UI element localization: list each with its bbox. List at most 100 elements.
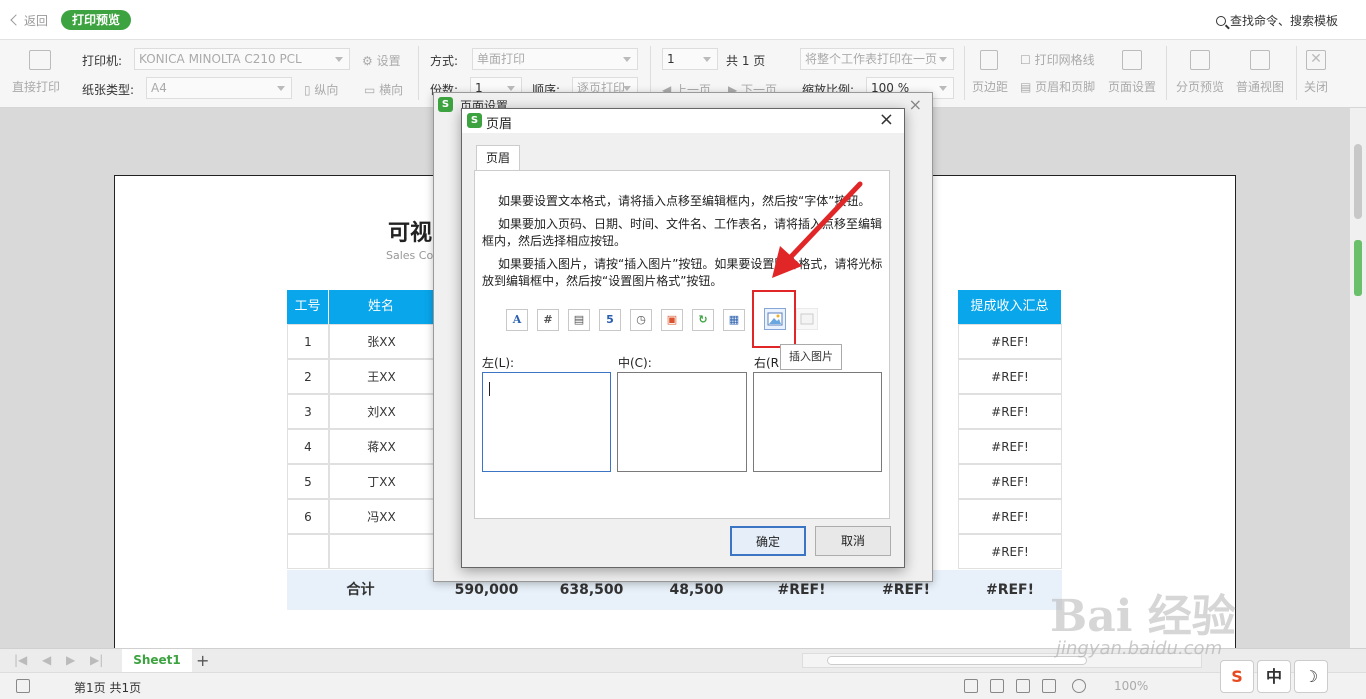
page-break-icon bbox=[1190, 50, 1210, 70]
insert-picture-tooltip: 插入图片 bbox=[780, 344, 842, 370]
column-header-name: 姓名 bbox=[329, 290, 434, 324]
header-dialog: S 页眉 × 页眉 如果要设置文本格式，请将插入点移至编辑框内，然后按“字体”按… bbox=[461, 108, 905, 568]
landscape-label: 横向 bbox=[379, 83, 404, 97]
last-sheet-icon[interactable]: ▶| bbox=[90, 653, 103, 667]
table-cell-total: #REF! bbox=[958, 534, 1062, 569]
back-button[interactable]: 返回 bbox=[10, 12, 49, 29]
column-header-id: 工号 bbox=[287, 290, 329, 324]
table-cell-total: #REF! bbox=[958, 359, 1062, 394]
search-command-button[interactable]: 查找命令、搜索模板 bbox=[1215, 12, 1338, 29]
document-subtitle: Sales Co bbox=[386, 249, 434, 262]
table-cell-name: 冯XX bbox=[329, 499, 434, 534]
status-bar: 第1页 共1页 100% bbox=[0, 672, 1366, 699]
page-number-button[interactable]: # bbox=[537, 309, 559, 331]
landscape-button[interactable]: ▭ 横向 bbox=[364, 81, 403, 98]
table-cell-id: 1 bbox=[287, 324, 329, 359]
eye-protection-icon[interactable] bbox=[1072, 679, 1086, 693]
portrait-label: 纵向 bbox=[314, 83, 339, 97]
settings-label: 设置 bbox=[376, 54, 401, 68]
file-name-button[interactable]: ▣ bbox=[661, 309, 683, 331]
table-cell-id: 6 bbox=[287, 499, 329, 534]
baidu-watermark: Bai 经验 bbox=[1050, 591, 1236, 642]
format-picture-button[interactable] bbox=[796, 308, 818, 330]
fullscreen-icon[interactable] bbox=[964, 679, 978, 693]
side-indicator bbox=[1354, 240, 1362, 296]
margins-button[interactable]: 页边距 bbox=[972, 78, 1008, 95]
page-layout-icon[interactable] bbox=[1016, 679, 1030, 693]
grid-view-icon[interactable] bbox=[990, 679, 1004, 693]
table-cell-name bbox=[329, 534, 434, 569]
date-button[interactable]: 5 bbox=[599, 309, 621, 331]
total-pages-button[interactable]: ▤ bbox=[568, 309, 590, 331]
ok-button[interactable]: 确定 bbox=[730, 526, 806, 556]
gridlines-checkbox[interactable]: ☐ 打印网格线 bbox=[1020, 51, 1095, 68]
view-mode-icon[interactable] bbox=[16, 679, 30, 693]
format-picture-icon bbox=[800, 313, 814, 325]
close-icon: ✕ bbox=[1306, 50, 1326, 70]
settings-icon: ⚙ bbox=[362, 54, 377, 68]
close-preview-button[interactable]: 关闭 bbox=[1304, 78, 1328, 95]
vertical-scrollbar[interactable] bbox=[1350, 108, 1366, 648]
sheet-tab-sheet1[interactable]: Sheet1 bbox=[122, 649, 192, 672]
header-footer-button[interactable]: ▤ 页眉和页脚 bbox=[1020, 78, 1095, 95]
time-button[interactable]: ◷ bbox=[630, 309, 652, 331]
zoom-fit-icon[interactable] bbox=[1042, 679, 1056, 693]
normal-view-button[interactable]: 普通视图 bbox=[1236, 78, 1284, 95]
watermark-url: jingyan.baidu.com bbox=[1056, 638, 1223, 659]
table-cell-total: #REF! bbox=[958, 464, 1062, 499]
print-preview-badge: 打印预览 bbox=[61, 10, 132, 30]
page-setup-close-button[interactable]: × bbox=[909, 95, 922, 114]
prev-sheet-icon[interactable]: ◀ bbox=[42, 653, 51, 667]
fit-select[interactable]: 将整个工作表打印在一页 bbox=[800, 48, 954, 70]
sheet-name-button[interactable]: ↻ bbox=[692, 309, 714, 331]
direct-print-button[interactable]: 直接打印 bbox=[12, 78, 60, 95]
method-select[interactable]: 单面打印 bbox=[472, 48, 638, 70]
chevron-left-icon bbox=[10, 14, 22, 26]
ime-moon-icon[interactable]: ☽ bbox=[1294, 660, 1328, 693]
search-icon bbox=[1215, 16, 1226, 26]
add-sheet-button[interactable]: + bbox=[196, 651, 209, 670]
portrait-button[interactable]: ▯ 纵向 bbox=[304, 81, 338, 98]
first-sheet-icon[interactable]: |◀ bbox=[14, 653, 27, 667]
paper-select[interactable]: A4 bbox=[146, 77, 292, 99]
table-cell-name: 丁XX bbox=[329, 464, 434, 499]
header-dialog-titlebar: S 页眉 × bbox=[462, 109, 904, 133]
page-break-preview-button[interactable]: 分页预览 bbox=[1176, 78, 1224, 95]
ime-logo-icon[interactable]: S bbox=[1220, 660, 1254, 693]
total-pages: 共 1 页 bbox=[726, 54, 766, 68]
back-label: 返回 bbox=[24, 14, 49, 28]
scrollbar-thumb[interactable] bbox=[1354, 144, 1362, 219]
method-label: 方式: bbox=[430, 54, 459, 68]
center-section-label: 中(C): bbox=[618, 356, 652, 370]
ime-language-toggle[interactable]: 中 bbox=[1257, 660, 1291, 693]
printer-select[interactable]: KONICA MINOLTA C210 PCL bbox=[134, 48, 350, 70]
gridlines-label: 打印网格线 bbox=[1034, 53, 1095, 67]
wps-logo-icon: S bbox=[438, 97, 453, 112]
cancel-button[interactable]: 取消 bbox=[815, 526, 891, 556]
paper-type-label: 纸张类型: bbox=[82, 83, 135, 97]
search-label: 查找命令、搜索模板 bbox=[1229, 14, 1338, 28]
font-button[interactable]: A bbox=[506, 309, 528, 331]
highlight-box bbox=[752, 290, 796, 348]
landscape-icon: ▭ bbox=[364, 83, 380, 97]
top-bar: 返回 打印预览 查找命令、搜索模板 bbox=[0, 0, 1366, 40]
scrollbar-thumb[interactable] bbox=[827, 656, 1087, 665]
printer-settings-button[interactable]: ⚙ 设置 bbox=[362, 52, 401, 69]
left-section-editor[interactable] bbox=[482, 372, 611, 472]
column-header-total: 提成收入汇总 bbox=[958, 290, 1062, 324]
divider bbox=[1166, 46, 1167, 100]
table-cell-total: #REF! bbox=[958, 394, 1062, 429]
page-setup-button[interactable]: 页面设置 bbox=[1108, 78, 1156, 95]
next-sheet-icon[interactable]: ▶ bbox=[66, 653, 75, 667]
right-section-editor[interactable] bbox=[753, 372, 882, 472]
page-info: 第1页 共1页 bbox=[74, 681, 142, 695]
path-button[interactable]: ▦ bbox=[723, 309, 745, 331]
header-dialog-close-button[interactable]: × bbox=[879, 109, 894, 130]
table-cell-total: #REF! bbox=[958, 324, 1062, 359]
tab-header[interactable]: 页眉 bbox=[476, 145, 520, 171]
table-cell-total: #REF! bbox=[958, 429, 1062, 464]
divider bbox=[964, 46, 965, 100]
page-number-input[interactable]: 1 bbox=[662, 48, 718, 70]
center-section-editor[interactable] bbox=[617, 372, 747, 472]
header-dialog-title: 页眉 bbox=[486, 117, 513, 132]
